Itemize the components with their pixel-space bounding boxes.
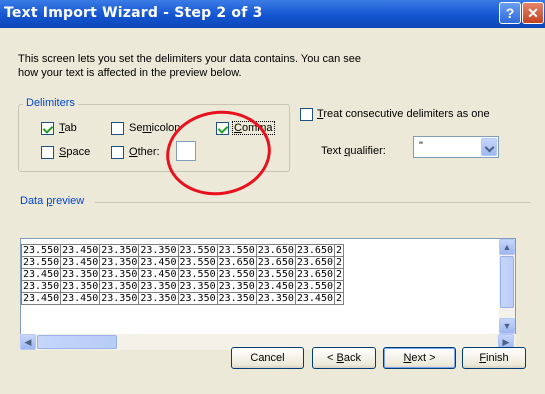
chevron-down-icon[interactable]	[481, 138, 497, 156]
table-cell: 23.650	[294, 244, 336, 257]
table-cell: 23.650	[255, 256, 296, 269]
wizard-dialog: This screen lets you set the delimiters …	[0, 28, 545, 394]
table-cell: 23.450	[60, 244, 101, 257]
table-row: 23.450 23.450 23.350 23.350 23.350 23.350 23.3…	[21, 292, 345, 305]
table-cell: 23.350	[255, 292, 296, 305]
horizontal-scroll-thumb[interactable]	[37, 335, 117, 349]
semicolon-checkbox[interactable]	[111, 122, 124, 135]
help-button[interactable]: ?	[499, 2, 521, 24]
space-checkbox[interactable]	[41, 146, 54, 159]
scroll-down-button[interactable]: ▼	[499, 318, 515, 334]
close-button[interactable]: ✕	[522, 2, 544, 24]
table-row: 23.550 23.450 23.350 23.450 23.550 23.650 23.6…	[21, 256, 345, 269]
cancel-button[interactable]: Cancel	[231, 347, 304, 369]
table-cell: 23.350	[177, 280, 218, 293]
qualifier-select[interactable]: "	[413, 136, 499, 158]
table-cell: 2	[333, 268, 345, 281]
consecutive-label[interactable]: Treat consecutive delimiters as one	[317, 108, 490, 120]
intro-line-1: This screen lets you set the delimiters …	[18, 53, 362, 65]
preview-divider	[95, 202, 530, 203]
table-cell: 23.550	[216, 268, 257, 281]
table-row: 23.550 23.450 23.350 23.350 23.550 23.550 23.6…	[21, 244, 345, 257]
table-cell: 23.350	[99, 256, 140, 269]
next-button[interactable]: Next >	[383, 347, 456, 369]
qualifier-label: Text qualifier:	[321, 145, 386, 157]
tab-label[interactable]: Tab	[59, 122, 77, 134]
delimiters-legend: Delimiters	[23, 97, 78, 109]
table-cell: 23.350	[177, 292, 218, 305]
table-cell: 23.650	[294, 268, 336, 281]
intro-line-2: how your text is affected in the preview…	[18, 67, 242, 79]
other-checkbox[interactable]	[111, 146, 124, 159]
table-cell: 2	[333, 292, 345, 305]
help-icon: ?	[505, 5, 515, 21]
table-cell: 23.350	[60, 268, 101, 281]
table-row: 23.450 23.350 23.350 23.450 23.550 23.550 23.5…	[21, 268, 345, 281]
table-cell: 23.350	[216, 292, 257, 305]
table-cell: 23.650	[294, 256, 336, 269]
table-cell: 23.550	[177, 268, 218, 281]
table-cell: 23.550	[21, 244, 62, 257]
table-cell: 23.350	[138, 292, 179, 305]
table-cell: 23.450	[294, 292, 336, 305]
table-cell: 23.650	[255, 244, 296, 257]
title-bar: Text Import Wizard - Step 2 of 3 ? ✕	[0, 0, 545, 28]
data-preview[interactable]: 23.550 23.450 23.350 23.350 23.550 23.550 23.6…	[20, 238, 516, 335]
table-cell: 23.550	[177, 244, 218, 257]
window-title: Text Import Wizard - Step 2 of 3	[4, 5, 263, 21]
table-cell: 23.350	[216, 280, 257, 293]
table-cell: 23.550	[255, 268, 296, 281]
table-cell: 23.350	[60, 280, 101, 293]
table-cell: 23.350	[99, 280, 140, 293]
intro-text: This screen lets you set the delimiters …	[18, 52, 361, 80]
table-cell: 23.350	[99, 268, 140, 281]
table-cell: 23.450	[60, 292, 101, 305]
table-cell: 23.350	[138, 280, 179, 293]
table-cell: 2	[333, 280, 345, 293]
table-cell: 23.550	[21, 256, 62, 269]
back-button[interactable]: < Back	[312, 347, 376, 369]
preview-legend: Data preview	[20, 195, 85, 207]
close-icon: ✕	[527, 5, 539, 21]
finish-button[interactable]: Finish	[462, 347, 526, 369]
vertical-scrollbar[interactable]: ▲ ▼	[499, 239, 515, 334]
table-cell: 23.450	[138, 268, 179, 281]
table-cell: 23.550	[177, 256, 218, 269]
table-cell: 23.450	[21, 268, 62, 281]
preview-grid: 23.550 23.450 23.350 23.350 23.550 23.550 23.6…	[21, 244, 345, 305]
table-cell: 23.350	[138, 244, 179, 257]
scroll-left-button[interactable]: ◀	[20, 334, 36, 350]
table-cell: 2	[333, 244, 345, 257]
semicolon-label[interactable]: Semicolon	[129, 122, 180, 134]
qualifier-value: "	[419, 140, 423, 152]
other-label[interactable]: Other:	[129, 146, 160, 158]
tab-checkbox[interactable]	[41, 122, 54, 135]
table-cell: 23.650	[216, 256, 257, 269]
vertical-scroll-thumb[interactable]	[500, 256, 514, 308]
table-cell: 23.350	[99, 244, 140, 257]
table-cell: 23.450	[21, 292, 62, 305]
space-label[interactable]: Space	[59, 146, 90, 158]
table-cell: 23.550	[216, 244, 257, 257]
table-cell: 23.450	[255, 280, 296, 293]
consecutive-checkbox[interactable]	[300, 108, 313, 121]
table-cell: 23.550	[294, 280, 336, 293]
table-cell: 23.450	[138, 256, 179, 269]
table-cell: 23.350	[21, 280, 62, 293]
table-cell: 2	[333, 256, 345, 269]
table-cell: 23.350	[99, 292, 140, 305]
table-cell: 23.450	[60, 256, 101, 269]
table-row: 23.350 23.350 23.350 23.350 23.350 23.350 23.4…	[21, 280, 345, 293]
scroll-up-button[interactable]: ▲	[499, 239, 515, 255]
